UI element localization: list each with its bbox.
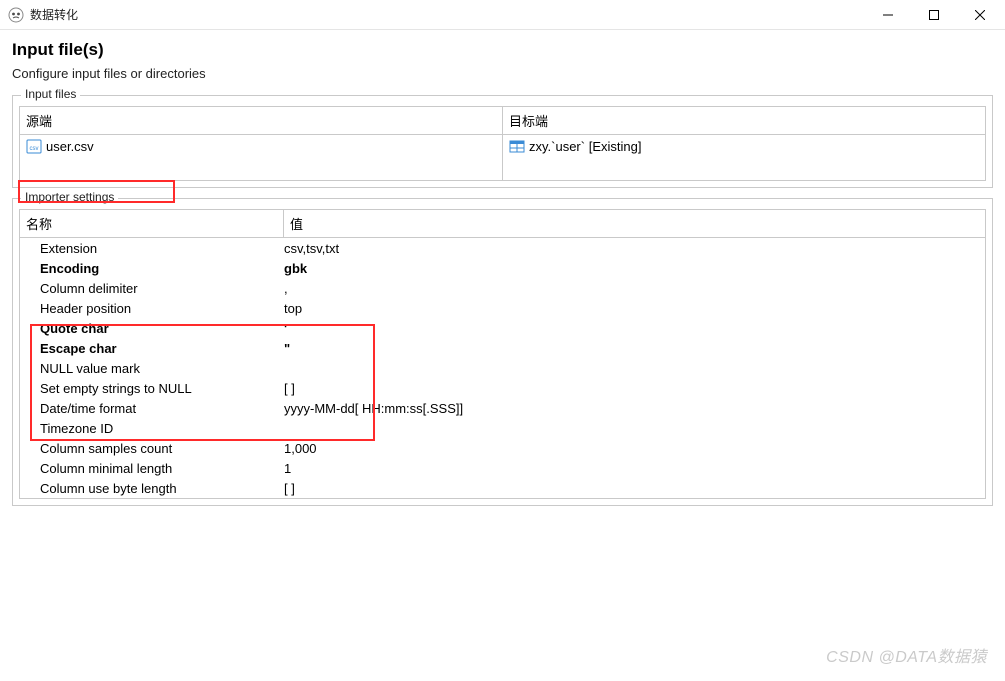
setting-value[interactable]: gbk	[284, 261, 985, 276]
input-files-group: Input files 源端 目标端 csv user.csv	[12, 95, 993, 188]
source-cell[interactable]: csv user.csv	[20, 135, 503, 158]
setting-name: Date/time format	[20, 401, 284, 416]
setting-value[interactable]: 1	[284, 461, 985, 476]
watermark: CSDN @DATA数据猿	[826, 643, 987, 667]
settings-row[interactable]: Set empty strings to NULL[ ]	[20, 378, 985, 398]
setting-value[interactable]: [ ]	[284, 381, 985, 396]
settings-row[interactable]: Quote char'	[20, 318, 985, 338]
heading-area: Input file(s) Configure input files or d…	[0, 30, 1005, 95]
setting-name: Set empty strings to NULL	[20, 381, 284, 396]
setting-name: Column minimal length	[20, 461, 284, 476]
maximize-button[interactable]	[911, 0, 957, 30]
csv-file-icon: csv	[26, 139, 42, 154]
setting-value[interactable]	[284, 361, 985, 376]
settings-row[interactable]: Column samples count1,000	[20, 438, 985, 458]
setting-name: Column delimiter	[20, 281, 284, 296]
group-label-input-files: Input files	[21, 87, 80, 101]
importer-settings-group: Importer settings 名称 值 Extensioncsv,tsv,…	[12, 198, 993, 506]
page-title: Input file(s)	[12, 40, 993, 60]
settings-row[interactable]: Extensioncsv,tsv,txt	[20, 238, 985, 258]
target-table-name: zxy.`user` [Existing]	[529, 139, 641, 154]
settings-row[interactable]: NULL value mark	[20, 358, 985, 378]
window-title: 数据转化	[30, 6, 78, 23]
setting-value[interactable]: top	[284, 301, 985, 316]
setting-name: Timezone ID	[20, 421, 284, 436]
table-row-empty	[20, 158, 985, 180]
setting-value[interactable]: ,	[284, 281, 985, 296]
setting-value[interactable]: [ ]	[284, 481, 985, 496]
minimize-button[interactable]	[865, 0, 911, 30]
setting-value[interactable]: csv,tsv,txt	[284, 241, 985, 256]
target-cell[interactable]: zxy.`user` [Existing]	[503, 135, 985, 158]
settings-row[interactable]: Column use byte length[ ]	[20, 478, 985, 498]
table-row[interactable]: csv user.csv zxy.`user` [Existing]	[20, 135, 985, 158]
title-bar: 数据转化	[0, 0, 1005, 30]
settings-row[interactable]: Escape char"	[20, 338, 985, 358]
settings-row[interactable]: Header positiontop	[20, 298, 985, 318]
setting-value[interactable]: 1,000	[284, 441, 985, 456]
table-icon	[509, 139, 525, 154]
input-files-header: 源端 目标端	[20, 107, 985, 135]
column-header-name[interactable]: 名称	[20, 210, 284, 237]
setting-value[interactable]: '	[284, 321, 985, 336]
column-header-target[interactable]: 目标端	[503, 107, 985, 135]
source-filename: user.csv	[46, 139, 94, 154]
settings-header: 名称 值	[20, 210, 985, 238]
setting-value[interactable]: "	[284, 341, 985, 356]
group-label-importer-settings: Importer settings	[21, 190, 118, 204]
setting-name: Encoding	[20, 261, 284, 276]
settings-row[interactable]: Date/time formatyyyy-MM-dd[ HH:mm:ss[.SS…	[20, 398, 985, 418]
column-header-source[interactable]: 源端	[20, 107, 503, 135]
svg-text:csv: csv	[30, 146, 39, 152]
settings-table[interactable]: 名称 值 Extensioncsv,tsv,txtEncodinggbkColu…	[19, 209, 986, 499]
setting-name: Escape char	[20, 341, 284, 356]
setting-value[interactable]	[284, 421, 985, 436]
app-icon	[8, 7, 24, 23]
setting-name: NULL value mark	[20, 361, 284, 376]
setting-name: Column samples count	[20, 441, 284, 456]
setting-name: Column use byte length	[20, 481, 284, 496]
setting-value[interactable]: yyyy-MM-dd[ HH:mm:ss[.SSS]]	[284, 401, 985, 416]
setting-name: Quote char	[20, 321, 284, 336]
settings-row[interactable]: Timezone ID	[20, 418, 985, 438]
settings-row[interactable]: Column minimal length1	[20, 458, 985, 478]
setting-name: Header position	[20, 301, 284, 316]
page-subtitle: Configure input files or directories	[12, 66, 993, 81]
window-controls	[865, 0, 1003, 30]
input-files-table[interactable]: 源端 目标端 csv user.csv	[19, 106, 986, 181]
settings-row[interactable]: Encodinggbk	[20, 258, 985, 278]
column-header-value[interactable]: 值	[284, 210, 985, 237]
close-button[interactable]	[957, 0, 1003, 30]
settings-body: Extensioncsv,tsv,txtEncodinggbkColumn de…	[20, 238, 985, 498]
settings-row[interactable]: Column delimiter,	[20, 278, 985, 298]
setting-name: Extension	[20, 241, 284, 256]
